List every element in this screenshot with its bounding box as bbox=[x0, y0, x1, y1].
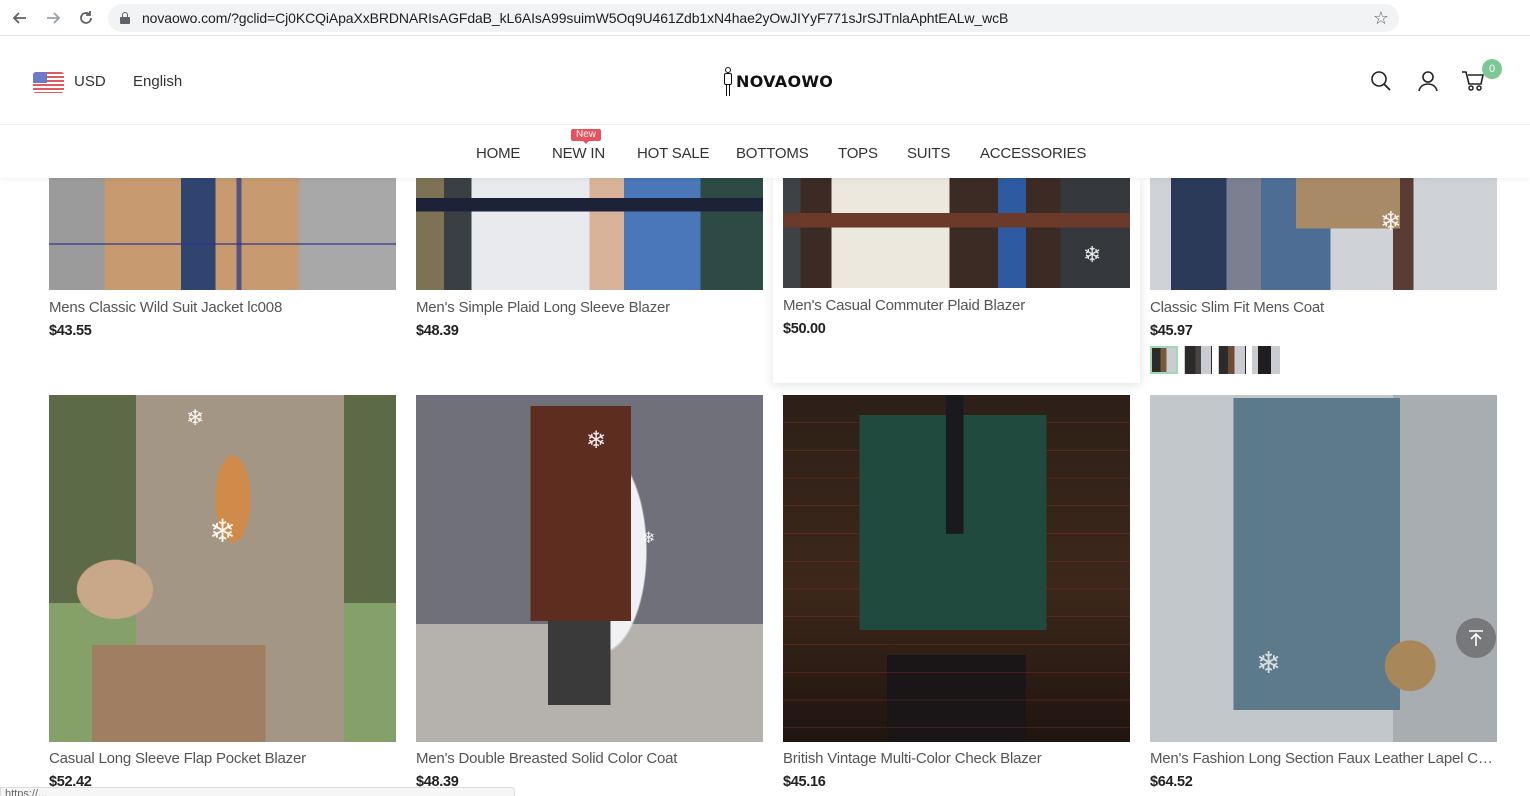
product-price: $43.55 bbox=[49, 323, 92, 339]
product-card[interactable]: ❄ ❄ Men's Double Breasted Solid Color Co… bbox=[416, 395, 763, 796]
color-swatch[interactable] bbox=[1150, 346, 1178, 374]
product-image[interactable] bbox=[416, 178, 763, 290]
product-price: $64.52 bbox=[1150, 774, 1193, 790]
nav-suits[interactable]: SUITS bbox=[907, 145, 950, 162]
product-price: $45.16 bbox=[783, 774, 826, 790]
color-swatch[interactable] bbox=[1218, 346, 1246, 374]
product-price: $50.00 bbox=[783, 321, 826, 337]
product-price: $45.97 bbox=[1150, 323, 1193, 339]
product-image[interactable] bbox=[49, 178, 396, 290]
color-swatch[interactable] bbox=[1252, 346, 1280, 374]
product-grid: Mens Classic Wild Suit Jacket lc008 $43.… bbox=[0, 0, 1530, 796]
product-name[interactable]: Men's Double Breasted Solid Color Coat bbox=[416, 750, 763, 767]
browser-status-bar: https://... bbox=[0, 787, 515, 796]
arrow-up-icon bbox=[1469, 630, 1483, 646]
product-name[interactable]: Casual Long Sleeve Flap Pocket Blazer bbox=[49, 750, 396, 767]
nav-bottoms[interactable]: BOTTOMS bbox=[736, 145, 809, 162]
product-image[interactable]: ❄ ❄ bbox=[49, 395, 396, 742]
product-image[interactable] bbox=[783, 395, 1130, 742]
snowflake-icon: ❄ bbox=[1380, 206, 1402, 236]
product-card[interactable]: ❄ Men's Fashion Long Section Faux Leathe… bbox=[1150, 395, 1497, 796]
nav-home[interactable]: HOME bbox=[476, 145, 520, 162]
snowflake-icon: ❄ bbox=[1256, 647, 1282, 680]
color-swatch[interactable] bbox=[1184, 346, 1212, 374]
product-image[interactable]: ❄ ❄ bbox=[416, 395, 763, 742]
snowflake-icon: ❄ bbox=[186, 405, 205, 430]
nav-new-in[interactable]: NEW IN bbox=[552, 145, 605, 162]
nav-tops[interactable]: TOPS bbox=[838, 145, 878, 162]
new-badge: New bbox=[571, 129, 602, 144]
product-price: $48.39 bbox=[416, 323, 459, 339]
product-name[interactable]: Mens Classic Wild Suit Jacket lc008 bbox=[49, 299, 396, 316]
snowflake-icon: ❄ bbox=[1083, 242, 1102, 267]
product-name[interactable]: Classic Slim Fit Mens Coat bbox=[1150, 299, 1497, 316]
nav-accessories[interactable]: ACCESSORIES bbox=[980, 145, 1086, 162]
product-card[interactable]: British Vintage Multi-Color Check Blazer… bbox=[783, 395, 1130, 796]
product-name[interactable]: Men's Fashion Long Section Faux Leather … bbox=[1150, 750, 1497, 767]
product-name[interactable]: British Vintage Multi-Color Check Blazer bbox=[783, 750, 1130, 767]
product-card[interactable]: ❄ ❄ Casual Long Sleeve Flap Pocket Blaze… bbox=[49, 395, 396, 796]
product-name[interactable]: Men's Casual Commuter Plaid Blazer bbox=[783, 297, 1130, 314]
snowflake-icon: ❄ bbox=[209, 513, 236, 549]
product-image[interactable]: ❄ bbox=[1150, 178, 1497, 290]
main-nav: HOME New NEW IN HOT SALE BOTTOMS TOPS SU… bbox=[0, 126, 1530, 178]
product-card[interactable]: Men's Simple Plaid Long Sleeve Blazer $4… bbox=[416, 178, 763, 348]
nav-hot-sale[interactable]: HOT SALE bbox=[637, 145, 710, 162]
product-card[interactable]: Mens Classic Wild Suit Jacket lc008 $43.… bbox=[49, 178, 396, 348]
snowflake-icon: ❄ bbox=[586, 427, 607, 454]
snowflake-icon: ❄ bbox=[642, 530, 656, 547]
product-name[interactable]: Men's Simple Plaid Long Sleeve Blazer bbox=[416, 299, 763, 316]
product-card-hovered[interactable]: ❄ Men's Casual Commuter Plaid Blazer $50… bbox=[773, 178, 1140, 383]
product-card[interactable]: ❄ Classic Slim Fit Mens Coat $45.97 bbox=[1150, 178, 1497, 378]
scroll-to-top-button[interactable] bbox=[1456, 618, 1496, 658]
product-image[interactable]: ❄ bbox=[1150, 395, 1497, 742]
product-image[interactable]: ❄ bbox=[783, 178, 1130, 288]
color-swatches bbox=[1150, 346, 1280, 374]
